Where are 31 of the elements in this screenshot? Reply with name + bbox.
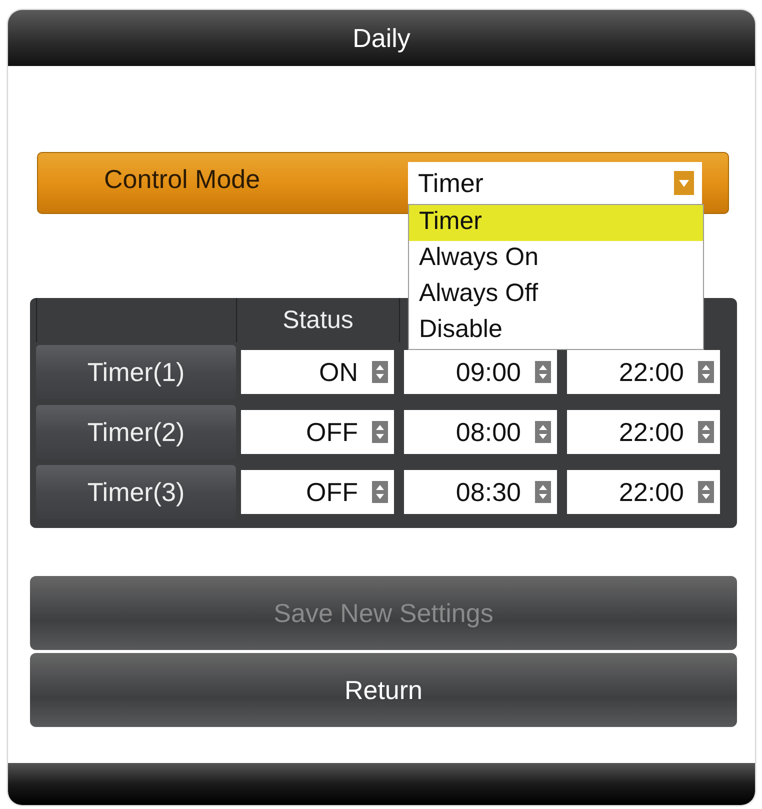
spinner-field[interactable]: 22:00	[567, 470, 720, 514]
timer-button[interactable]: Timer(1)	[36, 345, 236, 399]
spinner-arrows-icon	[535, 421, 551, 443]
control-mode-label: Control Mode	[103, 164, 262, 194]
spinner-arrows-icon	[535, 481, 551, 503]
spinner-field[interactable]: 22:00	[567, 410, 720, 454]
control-mode-dropdown[interactable]: Timer	[408, 162, 702, 204]
caret-icon	[674, 171, 694, 195]
spinner-field[interactable]: 09:00	[404, 350, 557, 394]
spinner-field[interactable]: OFF	[241, 470, 394, 514]
window-title: Daily	[352, 22, 410, 54]
spinner-arrows-icon	[372, 421, 388, 443]
spinner-field[interactable]: 08:00	[404, 410, 557, 454]
column-header: Status	[236, 298, 399, 342]
spinner-field[interactable]: ON	[241, 350, 394, 394]
spinner-arrows-icon	[698, 481, 714, 503]
dropdown-option[interactable]: Disable	[409, 313, 703, 349]
timer-button[interactable]: Timer(2)	[36, 405, 236, 459]
dropdown-option[interactable]: Timer	[409, 205, 703, 241]
spinner-arrows-icon	[372, 361, 388, 383]
spinner-arrows-icon	[372, 481, 388, 503]
spinner-arrows-icon	[698, 361, 714, 383]
spinner-arrows-icon	[698, 421, 714, 443]
action-button[interactable]: Return	[30, 653, 737, 727]
spinner-field[interactable]: 08:30	[404, 470, 557, 514]
dropdown-option[interactable]: Always Off	[409, 277, 703, 313]
dropdown-option[interactable]: Always On	[409, 241, 703, 277]
timer-button[interactable]: Timer(3)	[36, 465, 236, 519]
spinner-field[interactable]: OFF	[241, 410, 394, 454]
spinner-arrows-icon	[535, 361, 551, 383]
spinner-field[interactable]: 22:00	[567, 350, 720, 394]
